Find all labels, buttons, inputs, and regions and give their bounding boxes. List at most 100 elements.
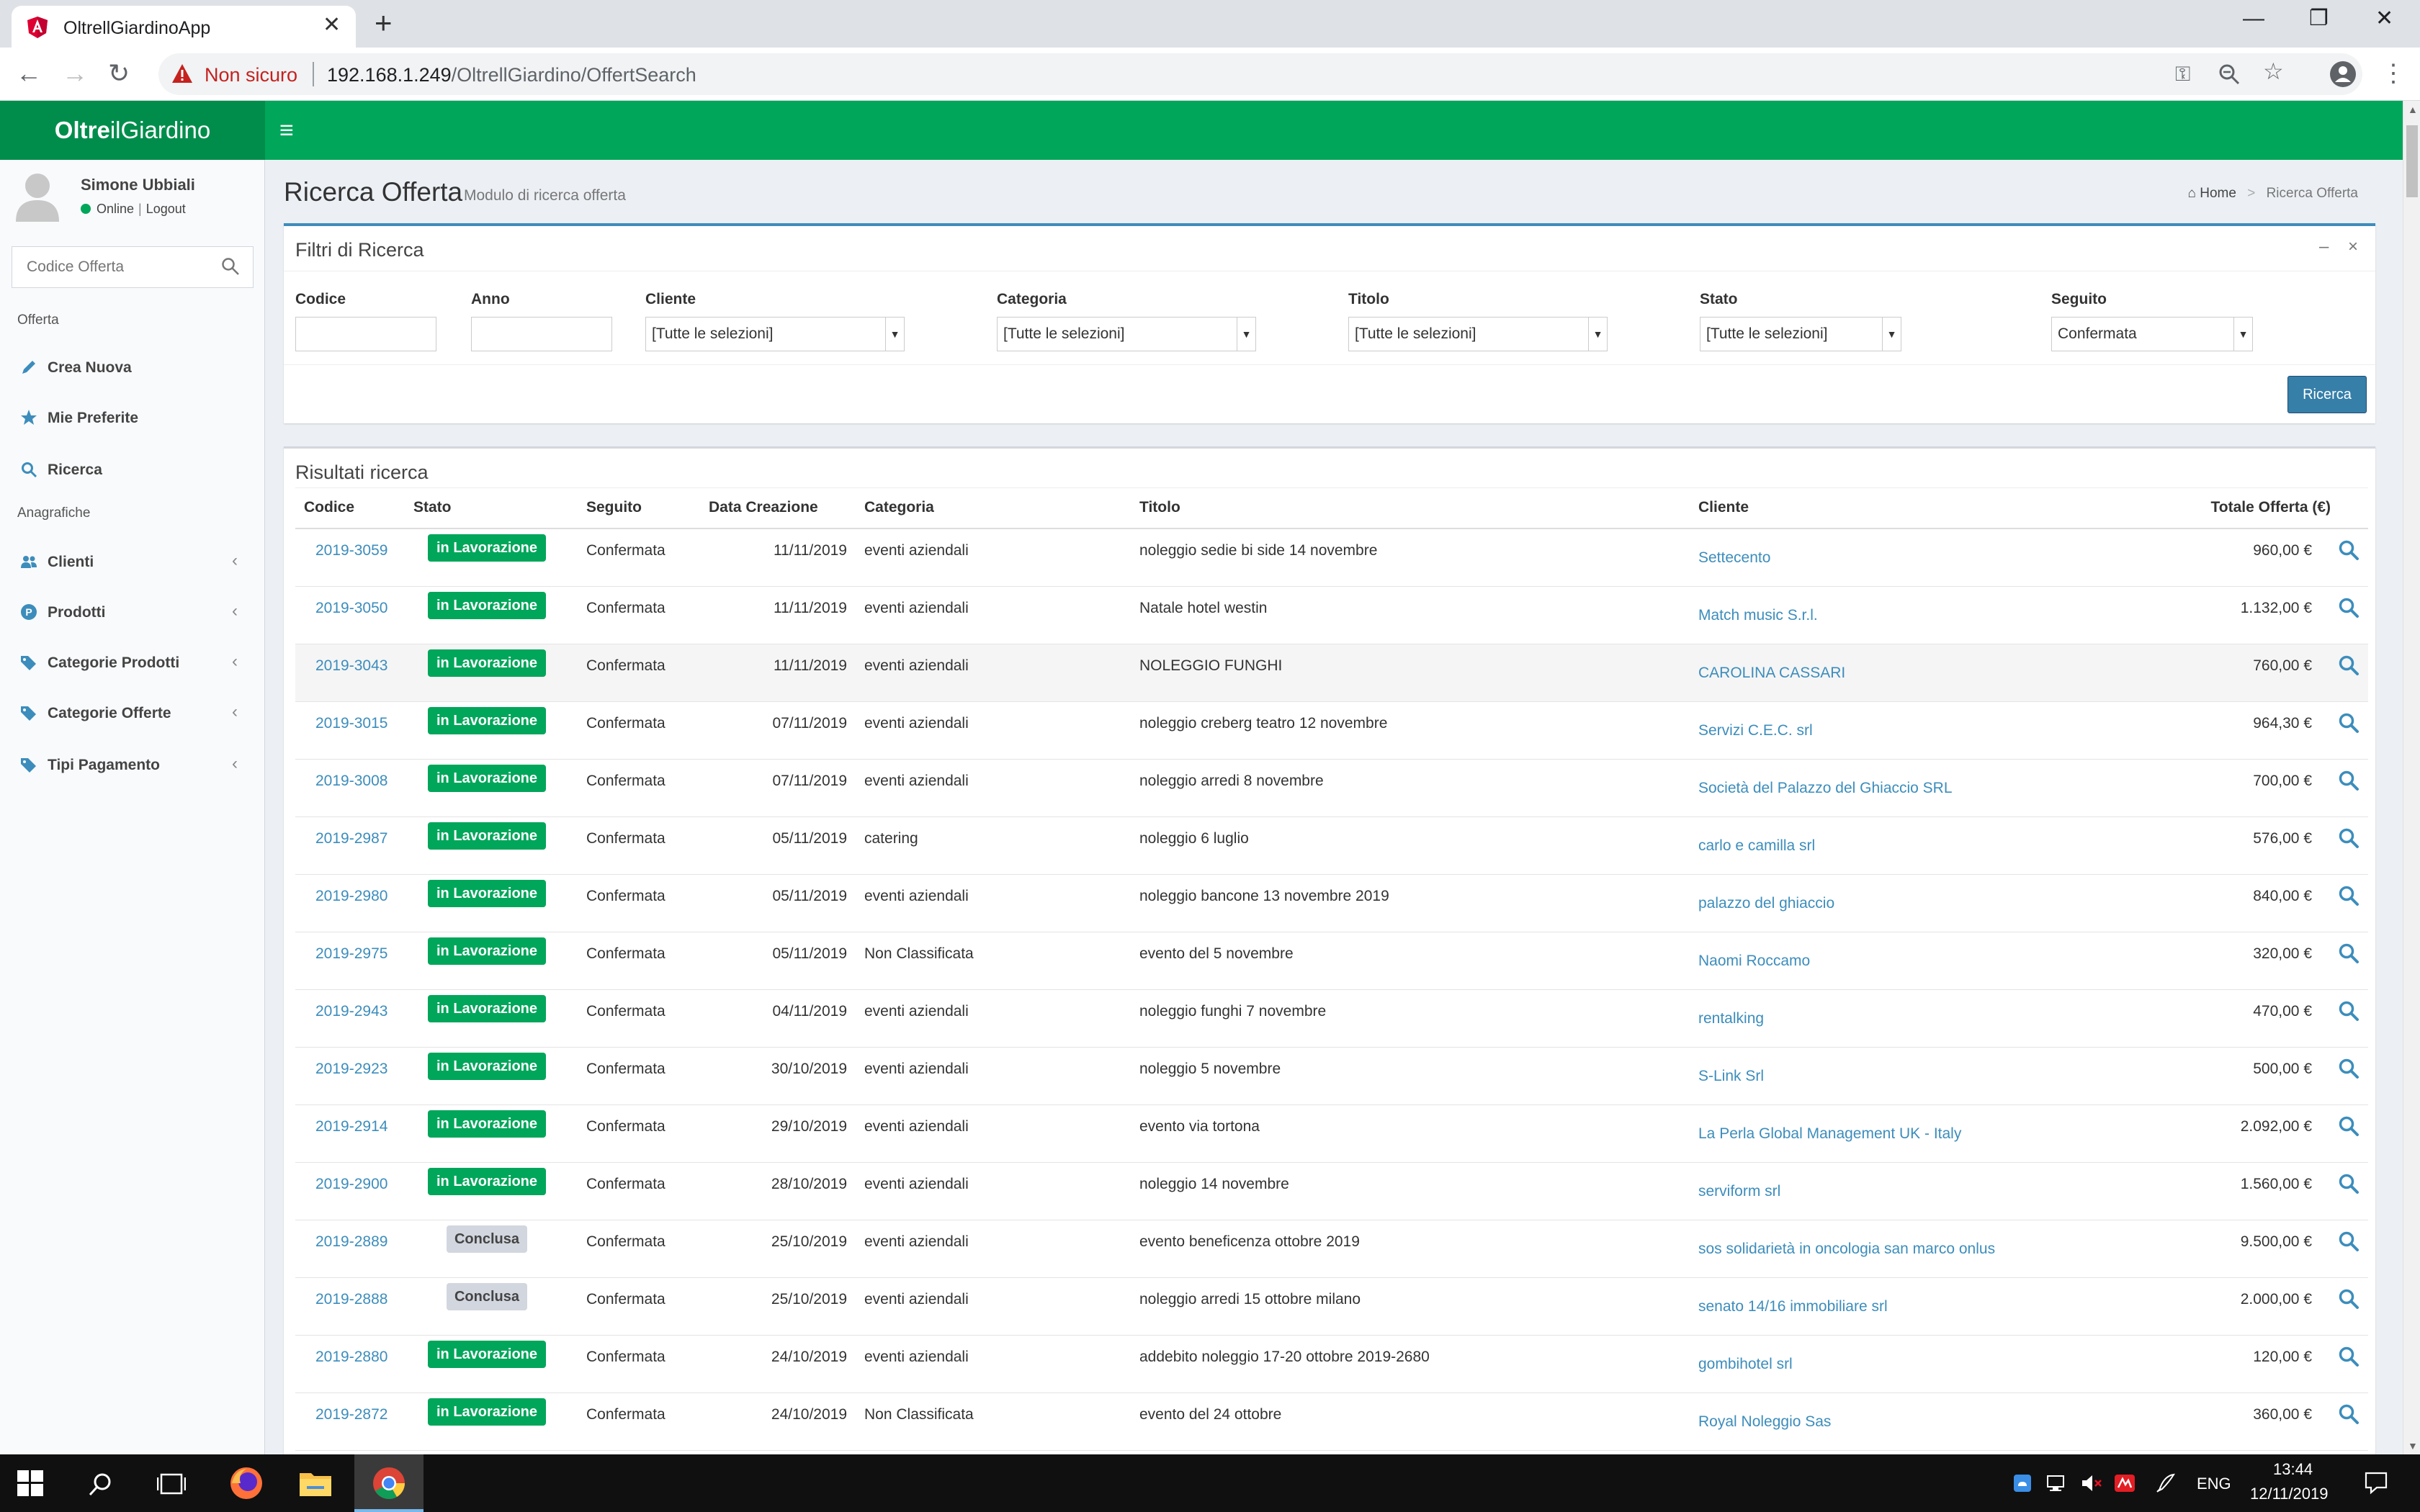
reload-icon[interactable]: ↻	[108, 59, 130, 88]
view-offer-icon[interactable]	[2338, 597, 2360, 618]
offer-code-link[interactable]: 2019-2943	[315, 1003, 387, 1020]
table-row[interactable]: 2019-3043 in Lavorazione Confermata 11/11/2…	[295, 644, 2368, 702]
sidebar-item-tipi-pagamento[interactable]: Tipi Pagamento ‹	[0, 743, 264, 786]
offer-code-link[interactable]: 2019-2900	[315, 1176, 387, 1193]
anno-field[interactable]	[471, 317, 612, 351]
codice-field[interactable]	[295, 317, 436, 351]
col-header-stato[interactable]: Stato	[413, 499, 452, 516]
sidebar-item-ricerca[interactable]: Ricerca	[0, 448, 264, 491]
table-row[interactable]: 2019-2900 in Lavorazione Confermata 28/10/2…	[295, 1163, 2368, 1220]
address-bar[interactable]: Non sicuro 192.168.1.249/OltrellGiardino…	[158, 53, 2362, 95]
col-header-seguito[interactable]: Seguito	[586, 499, 642, 516]
table-row[interactable]: 2019-2980 in Lavorazione Confermata 05/11/2…	[295, 875, 2368, 932]
menu-kebab-icon[interactable]: ⋮	[2381, 59, 2406, 88]
view-offer-icon[interactable]	[2338, 712, 2360, 734]
view-offer-icon[interactable]	[2338, 539, 2360, 561]
table-row[interactable]: 2019-2889 Conclusa Confermata 25/10/2019 eve…	[295, 1220, 2368, 1278]
page-scrollbar[interactable]: ▲ ▼	[2403, 101, 2420, 1454]
client-link[interactable]: Naomi Roccamo	[1698, 953, 1810, 970]
col-header-categoria[interactable]: Categoria	[864, 499, 934, 516]
offer-code-link[interactable]: 2019-3050	[315, 600, 387, 617]
col-header-cliente[interactable]: Cliente	[1698, 499, 1749, 516]
cliente-select[interactable]: [Tutte le selezioni] ▼	[645, 317, 905, 351]
sidebar-item-mie-preferite[interactable]: Mie Preferite	[0, 396, 264, 439]
offer-code-link[interactable]: 2019-2888	[315, 1291, 387, 1308]
notifications-icon[interactable]	[2364, 1470, 2388, 1495]
seguito-select[interactable]: Confermata ▼	[2051, 317, 2253, 351]
firefox-icon[interactable]	[228, 1464, 265, 1502]
offer-code-link[interactable]: 2019-3043	[315, 657, 387, 675]
clock-date[interactable]: 12/11/2019	[2250, 1485, 2328, 1503]
profile-icon[interactable]	[2329, 60, 2357, 88]
offer-code-link[interactable]: 2019-2914	[315, 1118, 387, 1135]
forward-icon[interactable]: →	[62, 59, 88, 88]
offer-code-link[interactable]: 2019-2980	[315, 888, 387, 905]
client-link[interactable]: carlo e camilla srl	[1698, 837, 1815, 855]
browser-tab[interactable]: OltrellGiardinoApp ✕	[12, 6, 356, 48]
clock-time[interactable]: 13:44	[2273, 1460, 2313, 1479]
table-row[interactable]: 2019-3059 in Lavorazione Confermata 11/11/2…	[295, 529, 2368, 587]
sidebar-item-categorie-offerte[interactable]: Categorie Offerte ‹	[0, 691, 264, 734]
restore-button[interactable]: ❐	[2309, 4, 2329, 33]
col-header-codice[interactable]: Codice	[304, 499, 354, 516]
client-link[interactable]: palazzo del ghiaccio	[1698, 895, 1834, 912]
table-row[interactable]: 2019-3015 in Lavorazione Confermata 07/11/2…	[295, 702, 2368, 760]
view-offer-icon[interactable]	[2338, 1173, 2360, 1194]
offer-code-link[interactable]: 2019-3008	[315, 773, 387, 790]
table-row[interactable]: 2019-2943 in Lavorazione Confermata 04/11/2…	[295, 990, 2368, 1048]
view-offer-icon[interactable]	[2338, 654, 2360, 676]
categoria-select[interactable]: [Tutte le selezioni] ▼	[997, 317, 1256, 351]
logout-link[interactable]: Logout	[146, 202, 186, 216]
col-header-totale[interactable]: Totale Offerta (€)	[2151, 499, 2331, 516]
new-tab-button[interactable]: +	[375, 7, 393, 39]
view-offer-icon[interactable]	[2338, 1288, 2360, 1310]
search-icon[interactable]	[221, 257, 240, 276]
app-logo[interactable]: OltreilGiardino	[0, 101, 265, 160]
sidebar-item-clienti[interactable]: Clienti ‹	[0, 540, 264, 583]
scroll-down-icon[interactable]: ▼	[2408, 1440, 2418, 1452]
client-link[interactable]: La Perla Global Management UK - Italy	[1698, 1125, 1961, 1143]
table-row[interactable]: 2019-2872 in Lavorazione Confermata 24/10/2…	[295, 1393, 2368, 1451]
table-row[interactable]: 2019-2888 Conclusa Confermata 25/10/2019 eve…	[295, 1278, 2368, 1336]
chrome-icon[interactable]	[370, 1464, 408, 1502]
volume-muted-icon[interactable]	[2080, 1472, 2103, 1495]
client-link[interactable]: senato 14/16 immobiliare srl	[1698, 1298, 1888, 1315]
minimize-button[interactable]: —	[2243, 4, 2264, 33]
stato-select[interactable]: [Tutte le selezioni] ▼	[1700, 317, 1901, 351]
search-button[interactable]: Ricerca	[2287, 376, 2367, 413]
url-text[interactable]: 192.168.1.249/OltrellGiardino/OffertSear…	[327, 64, 696, 86]
offer-code-link[interactable]: 2019-3015	[315, 715, 387, 732]
sidebar-item-crea-nuova[interactable]: Crea Nuova	[0, 346, 264, 389]
view-offer-icon[interactable]	[2338, 1403, 2360, 1425]
remove-icon[interactable]: ×	[2348, 238, 2358, 256]
client-link[interactable]: CAROLINA CASSARI	[1698, 665, 1845, 682]
table-row[interactable]: 2019-2923 in Lavorazione Confermata 30/10/2…	[295, 1048, 2368, 1105]
table-row[interactable]: 2019-2880 in Lavorazione Confermata 24/10/2…	[295, 1336, 2368, 1393]
view-offer-icon[interactable]	[2338, 1000, 2360, 1022]
search-icon[interactable]	[88, 1472, 114, 1498]
security-label[interactable]: Non sicuro	[205, 64, 297, 86]
view-offer-icon[interactable]	[2338, 885, 2360, 906]
task-view-icon[interactable]	[157, 1472, 186, 1496]
client-link[interactable]: sos solidarietà in oncologia san marco o…	[1698, 1241, 1995, 1258]
client-link[interactable]: Match music S.r.l.	[1698, 607, 1818, 624]
file-explorer-icon[interactable]	[297, 1464, 334, 1502]
client-link[interactable]: S-Link Srl	[1698, 1068, 1764, 1085]
collapse-icon[interactable]: –	[2319, 238, 2329, 256]
key-icon[interactable]: ⚿	[2175, 63, 2190, 85]
table-row[interactable]: 2019-2914 in Lavorazione Confermata 29/10/2…	[295, 1105, 2368, 1163]
col-header-titolo[interactable]: Titolo	[1139, 499, 1180, 516]
scroll-up-icon[interactable]: ▲	[2408, 104, 2418, 115]
windows-start-icon[interactable]	[17, 1470, 43, 1496]
table-row[interactable]: 2019-2975 in Lavorazione Confermata 05/11/2…	[295, 932, 2368, 990]
view-offer-icon[interactable]	[2338, 770, 2360, 791]
network-icon[interactable]	[2045, 1472, 2069, 1495]
offer-code-link[interactable]: 2019-2923	[315, 1061, 387, 1078]
view-offer-icon[interactable]	[2338, 1115, 2360, 1137]
offer-code-link[interactable]: 2019-2889	[315, 1233, 387, 1251]
onedrive-icon[interactable]	[2011, 1472, 2034, 1495]
sidebar-item-prodotti[interactable]: P Prodotti ‹	[0, 590, 264, 634]
table-row[interactable]: 2019-3050 in Lavorazione Confermata 11/11/2…	[295, 587, 2368, 644]
client-link[interactable]: Royal Noleggio Sas	[1698, 1413, 1831, 1431]
tab-close-icon[interactable]: ✕	[323, 14, 341, 36]
